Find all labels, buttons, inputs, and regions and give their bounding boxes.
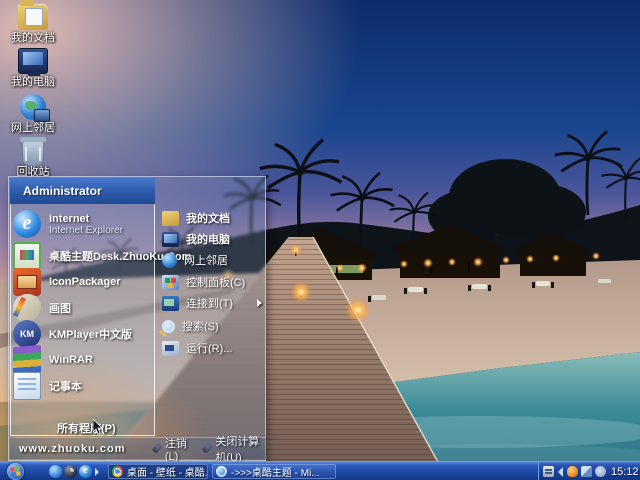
ie-document-icon (216, 466, 227, 477)
logoff-icon (151, 443, 163, 454)
menu-item-internet[interactable]: e Internet Internet Explorer (13, 207, 151, 241)
taskbar-window-wallpaper[interactable]: 桌面 - 壁纸 - 桌酷... (108, 464, 208, 479)
paint-icon (13, 294, 41, 322)
menu-item-my-documents[interactable]: 我的文档 (162, 208, 266, 228)
shutdown-button[interactable]: 关闭计算机(U) (201, 433, 266, 465)
start-menu-footer: www.zhuoku.com 注销(L) 关闭计算机(U) (10, 436, 266, 464)
menu-item-notepad[interactable]: 记事本 (13, 372, 151, 400)
menu-item-my-computer[interactable]: 我的电脑 (162, 229, 266, 249)
quick-launch-ie-icon[interactable]: e (79, 465, 92, 478)
tray-messenger-icon[interactable] (567, 466, 578, 477)
my-computer-icon (18, 48, 48, 76)
menu-item-connect-to[interactable]: 连接到(T) (162, 293, 266, 313)
quick-launch-media-player-icon[interactable] (64, 465, 77, 478)
desktop-icon-label: 网上邻居 (11, 122, 55, 134)
menu-item-zhuoku-theme[interactable]: 桌酷主题Desk.ZhuoKu.Com (13, 242, 191, 270)
desktop-icon-label: 我的文档 (11, 32, 55, 44)
menu-item-winrar[interactable]: WinRAR (13, 345, 151, 375)
all-programs-button[interactable]: 所有程序(P) (57, 420, 116, 436)
quick-launch-messenger-icon[interactable] (49, 465, 62, 478)
search-icon (162, 319, 175, 333)
browser-icon (112, 466, 123, 477)
recycle-bin-icon (22, 140, 44, 166)
zhuoku-site-label: www.zhuoku.com (19, 442, 126, 455)
iconpackager-icon (13, 268, 41, 296)
desktop-icon-my-computer[interactable]: 我的电脑 (2, 48, 64, 88)
my-computer-icon (162, 231, 179, 247)
start-button[interactable] (7, 463, 24, 480)
tray-network-icon[interactable] (581, 466, 592, 477)
taskbar: e 桌面 - 壁纸 - 桌酷... ->>>桌酷主题 - Mi... 15:12 (0, 461, 640, 480)
system-tray: 15:12 (538, 462, 640, 480)
network-places-icon (162, 252, 177, 268)
control-panel-icon (162, 274, 179, 290)
my-documents-icon (18, 0, 48, 30)
start-menu-right-panel: 我的文档 我的电脑 网上邻居 控制面板(C) 连接到(T) 搜索(S) 运行(R… (156, 204, 266, 436)
shutdown-icon (201, 443, 213, 454)
desktop-icon-network-places[interactable]: 网上邻居 (2, 94, 64, 134)
taskbar-clock[interactable]: 15:12 (611, 466, 639, 478)
menu-item-network-places[interactable]: 网上邻居 (162, 250, 266, 270)
connect-to-icon (162, 295, 179, 311)
quick-launch-expand-icon[interactable] (95, 468, 99, 476)
input-method-keyboard-icon[interactable] (543, 466, 554, 477)
start-menu-user-banner: Administrator (10, 178, 155, 204)
run-icon (162, 340, 179, 356)
zhuoku-theme-icon (13, 242, 41, 270)
network-places-icon (20, 94, 50, 122)
windows-flag-icon (10, 466, 21, 477)
desktop-icon-label: 我的电脑 (11, 76, 55, 88)
menu-item-control-panel[interactable]: 控制面板(C) (162, 272, 266, 292)
kmplayer-icon: KM (13, 320, 41, 348)
logoff-button[interactable]: 注销(L) (151, 435, 190, 463)
tray-collapse-arrow-icon[interactable] (558, 466, 563, 477)
notepad-icon (13, 372, 41, 400)
desktop-icon-my-documents[interactable]: 我的文档 (2, 0, 64, 44)
submenu-arrow-icon (257, 299, 262, 307)
internet-explorer-icon: e (13, 210, 41, 238)
taskbar-window-zhuoku-theme[interactable]: ->>>桌酷主题 - Mi... (212, 464, 336, 479)
my-documents-icon (162, 210, 179, 226)
tray-volume-icon[interactable] (595, 466, 606, 477)
menu-item-run[interactable]: 运行(R)... (162, 338, 266, 358)
winrar-icon (13, 345, 41, 375)
menu-item-kmplayer[interactable]: KM KMPlayer中文版 (13, 320, 151, 348)
menu-item-paint[interactable]: 画图 (13, 294, 151, 322)
start-menu: Administrator e Internet Internet Explor… (8, 176, 266, 464)
desktop: 我的文档 我的电脑 网上邻居 回收站 Administrator e Inter… (0, 0, 640, 480)
desktop-icon-recycle-bin[interactable]: 回收站 (2, 140, 64, 178)
menu-item-search[interactable]: 搜索(S) (162, 316, 266, 336)
menu-item-iconpackager[interactable]: IconPackager (13, 268, 151, 296)
